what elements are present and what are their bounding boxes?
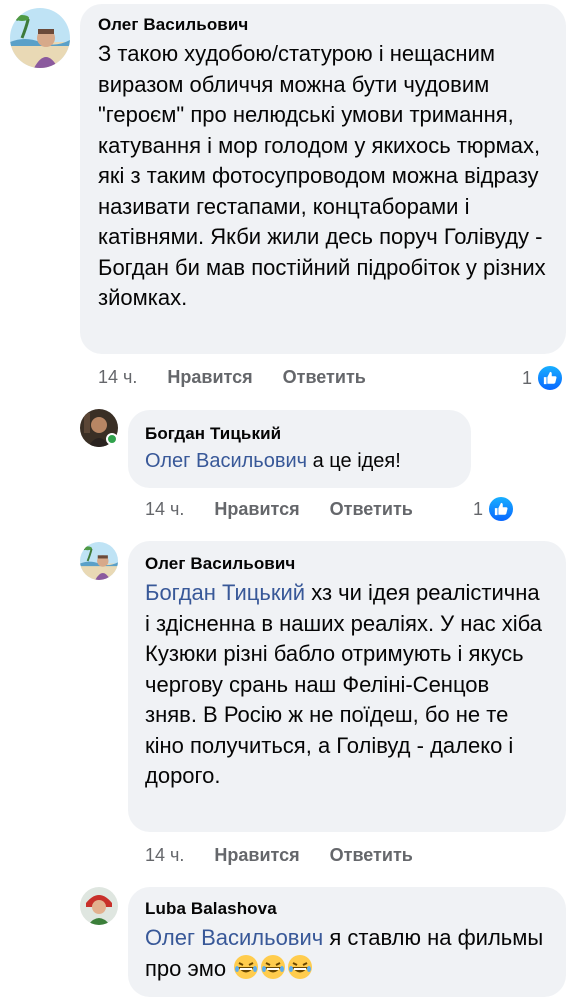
comment-bubble: Богдан Тицький Олег Васильович а це ідея… bbox=[128, 410, 471, 488]
avatar[interactable] bbox=[10, 8, 70, 68]
author-name[interactable]: Luba Balashova bbox=[145, 899, 550, 919]
comment-body: а це ідея! bbox=[307, 450, 401, 472]
like-button[interactable]: Нравится bbox=[167, 367, 252, 388]
comment-text: Олег Васильович а це ідея! bbox=[145, 446, 455, 476]
comment-text: Олег Васильович я ставлю на фильмы про э… bbox=[145, 923, 550, 984]
reply-button[interactable]: Ответить bbox=[330, 499, 413, 520]
mention-link[interactable]: Богдан Тицький bbox=[145, 580, 305, 605]
avatar[interactable] bbox=[80, 887, 118, 925]
comment-actions: 14 ч. Нравится Ответить bbox=[98, 367, 366, 388]
reply-button[interactable]: Ответить bbox=[283, 367, 366, 388]
reaction-count[interactable]: 1 bbox=[473, 495, 516, 523]
comment-text: З такою худобою/статурою і нещасним вира… bbox=[98, 41, 546, 310]
author-name[interactable]: Богдан Тицький bbox=[145, 424, 455, 444]
laughing-emoji-icon bbox=[287, 954, 313, 980]
like-button[interactable]: Нравится bbox=[214, 845, 299, 866]
online-status-indicator bbox=[106, 433, 118, 445]
comment-time[interactable]: 14 ч. bbox=[145, 845, 184, 866]
like-button[interactable]: Нравится bbox=[214, 499, 299, 520]
comment-bubble: Luba Balashova Олег Васильович я ставлю … bbox=[128, 887, 566, 997]
comment-actions: 14 ч. Нравится Ответить bbox=[145, 499, 413, 520]
thumbs-up-icon bbox=[536, 364, 565, 392]
reply-button[interactable]: Ответить bbox=[330, 845, 413, 866]
author-name[interactable]: Олег Васильович bbox=[98, 15, 550, 35]
reaction-number: 1 bbox=[522, 367, 533, 388]
reaction-number: 1 bbox=[473, 498, 484, 519]
author-name[interactable]: Олег Васильович bbox=[145, 554, 546, 574]
reaction-count[interactable]: 1 bbox=[522, 364, 565, 392]
laughing-emoji-icon bbox=[233, 954, 259, 980]
comment-bubble: Олег Васильович Богдан Тицький хз чи іде… bbox=[128, 541, 566, 832]
mention-link[interactable]: Олег Васильович bbox=[145, 925, 323, 950]
avatar[interactable] bbox=[80, 542, 118, 580]
comment-bubble: Олег Васильович З такою худобою/статурою… bbox=[80, 4, 566, 354]
comment-actions: 14 ч. Нравится Ответить bbox=[145, 845, 413, 866]
mention-link[interactable]: Олег Васильович bbox=[145, 450, 307, 472]
laughing-emoji-icon bbox=[260, 954, 286, 980]
comment-time[interactable]: 14 ч. bbox=[98, 367, 137, 388]
comment-time[interactable]: 14 ч. bbox=[145, 499, 184, 520]
thumbs-up-icon bbox=[487, 495, 516, 523]
comment-text: Богдан Тицький хз чи ідея реалістична і … bbox=[145, 578, 546, 792]
comment-body: хз чи ідея реалістична і здісненна в наш… bbox=[145, 580, 542, 788]
